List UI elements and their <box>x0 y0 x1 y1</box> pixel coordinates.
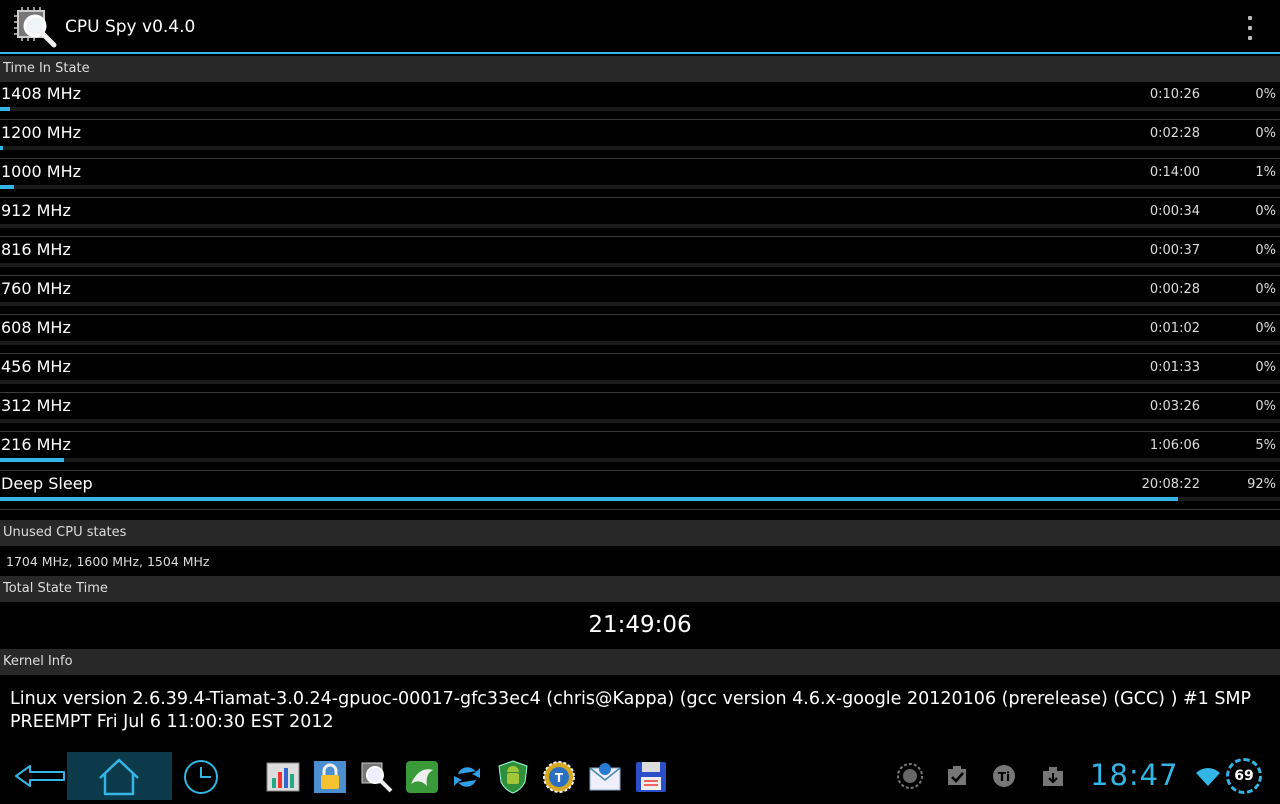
kernel-info-value: Linux version 2.6.39.4-Tiamat-3.0.24-gpu… <box>10 689 1252 732</box>
titanium-notification-icon[interactable]: Ti <box>991 762 1017 790</box>
state-progress-track <box>0 185 1280 189</box>
unused-cpu-states-value: 1704 MHz, 1600 MHz, 1504 MHz <box>6 554 210 569</box>
status-clock[interactable]: 18:47 <box>1090 758 1179 792</box>
state-progress-track <box>0 419 1280 423</box>
state-percent: 0% <box>1255 87 1276 102</box>
state-progress-track <box>0 341 1280 345</box>
state-frequency: 456 MHz <box>1 357 71 376</box>
unused-cpu-states-header: Unused CPU states <box>0 520 1280 546</box>
state-row: 216 MHz 1:06:06 5% <box>0 432 1280 471</box>
save-disk-icon[interactable] <box>634 760 668 794</box>
state-frequency: 216 MHz <box>1 435 71 454</box>
cpu-spy-app-icon[interactable] <box>14 7 58 49</box>
row-divider <box>0 509 1280 510</box>
state-progress-track <box>0 107 1280 111</box>
svg-text:Ti: Ti <box>998 770 1010 784</box>
cpu-spy-icon[interactable] <box>359 760 393 794</box>
recent-apps-icon[interactable] <box>175 758 227 800</box>
state-frequency: Deep Sleep <box>1 474 93 493</box>
state-time: 0:03:26 <box>1149 399 1200 414</box>
state-row: 312 MHz 0:03:26 0% <box>0 393 1280 432</box>
state-time: 0:00:37 <box>1149 243 1200 258</box>
state-row: 1000 MHz 0:14:00 1% <box>0 159 1280 198</box>
state-progress-track <box>0 380 1280 384</box>
state-percent: 0% <box>1255 282 1276 297</box>
state-progress-bar <box>0 107 10 111</box>
state-percent: 92% <box>1247 477 1276 492</box>
state-progress-bar <box>0 497 1178 501</box>
state-frequency: 1200 MHz <box>1 123 82 142</box>
state-frequency: 1408 MHz <box>1 84 82 103</box>
state-progress-track <box>0 458 1280 462</box>
state-progress-bar <box>0 185 14 189</box>
state-time: 0:00:34 <box>1149 204 1200 219</box>
wifi-icon <box>1194 762 1222 790</box>
state-row: 912 MHz 0:00:34 0% <box>0 198 1280 237</box>
state-percent: 1% <box>1255 165 1276 180</box>
checkbox-notification-icon[interactable] <box>945 762 971 790</box>
state-row: 608 MHz 0:01:02 0% <box>0 315 1280 354</box>
home-button[interactable] <box>67 752 172 800</box>
overflow-menu-icon[interactable] <box>1246 16 1254 40</box>
state-time: 0:02:28 <box>1149 126 1200 141</box>
state-progress-bar <box>0 146 3 150</box>
state-progress-bar <box>0 458 64 462</box>
action-bar: CPU Spy v0.4.0 <box>0 0 1280 54</box>
home-icon <box>99 758 139 796</box>
state-percent: 0% <box>1255 399 1276 414</box>
state-time: 0:00:28 <box>1149 282 1200 297</box>
state-time: 0:01:33 <box>1149 360 1200 375</box>
state-time: 0:01:02 <box>1149 321 1200 336</box>
battery-indicator: 69 <box>1226 758 1262 794</box>
app-notification-icon[interactable] <box>895 762 925 790</box>
state-frequency: 1000 MHz <box>1 162 82 181</box>
state-row: Deep Sleep 20:08:22 92% <box>0 471 1280 510</box>
state-frequency: 912 MHz <box>1 201 71 220</box>
app-title: CPU Spy v0.4.0 <box>65 17 196 37</box>
state-percent: 0% <box>1255 126 1276 141</box>
svg-text:T: T <box>555 771 564 785</box>
state-frequency: 760 MHz <box>1 279 71 298</box>
kernel-info-header: Kernel Info <box>0 649 1280 675</box>
state-frequency: 816 MHz <box>1 240 71 259</box>
state-row: 760 MHz 0:00:28 0% <box>0 276 1280 315</box>
state-row: 816 MHz 0:00:37 0% <box>0 237 1280 276</box>
total-state-time-header: Total State Time <box>0 576 1280 602</box>
dolphin-browser-icon[interactable] <box>405 760 439 794</box>
state-progress-track <box>0 224 1280 228</box>
state-row: 1200 MHz 0:02:28 0% <box>0 120 1280 159</box>
state-time: 20:08:22 <box>1141 477 1200 492</box>
state-percent: 0% <box>1255 321 1276 336</box>
state-frequency: 312 MHz <box>1 396 71 415</box>
state-row: 1408 MHz 0:10:26 0% <box>0 81 1280 120</box>
state-time: 0:10:26 <box>1149 87 1200 102</box>
android-shield-icon[interactable] <box>496 760 530 794</box>
state-percent: 5% <box>1255 438 1276 453</box>
state-progress-track <box>0 263 1280 267</box>
state-row: 456 MHz 0:01:33 0% <box>0 354 1280 393</box>
lock-app-icon[interactable] <box>313 760 347 794</box>
download-notification-icon[interactable] <box>1040 762 1066 790</box>
state-percent: 0% <box>1255 204 1276 219</box>
total-state-time-value: 21:49:06 <box>588 612 692 638</box>
state-time: 0:14:00 <box>1149 165 1200 180</box>
chart-app-icon[interactable] <box>266 760 300 794</box>
state-time: 1:06:06 <box>1149 438 1200 453</box>
state-frequency: 608 MHz <box>1 318 71 337</box>
mail-icon[interactable] <box>588 760 622 794</box>
sync-icon[interactable] <box>450 760 484 794</box>
state-percent: 0% <box>1255 243 1276 258</box>
titanium-backup-icon[interactable]: T <box>542 760 576 794</box>
state-progress-track <box>0 302 1280 306</box>
time-in-state-header: Time In State <box>0 56 1280 82</box>
back-icon[interactable] <box>12 762 68 794</box>
state-percent: 0% <box>1255 360 1276 375</box>
state-progress-track <box>0 146 1280 150</box>
